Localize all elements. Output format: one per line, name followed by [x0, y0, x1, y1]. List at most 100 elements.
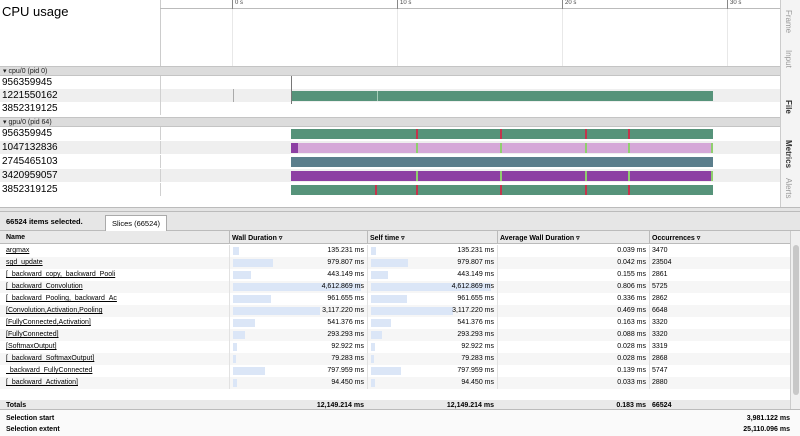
gpu-track-row[interactable]: 956359945	[0, 127, 780, 140]
timeline-view[interactable]: CPU usage 0 s 10 s 20 s 30 s ▾ cpu/0 (pi…	[0, 0, 780, 207]
track-divider	[160, 169, 161, 182]
track-label: 3420959057	[2, 170, 58, 181]
table-row[interactable]: [Convolution,Activation,Pooling 3,117.220…	[0, 305, 790, 317]
gpu-slice-bar[interactable]	[291, 171, 713, 181]
scrollbar-thumb[interactable]	[793, 245, 799, 395]
column-header-wall-duration[interactable]: Wall Duration ▿	[232, 234, 282, 242]
row-occurrences: 2861	[652, 271, 668, 278]
analysis-panel: 66524 items selected. Slices (66524) Nam…	[0, 212, 800, 436]
column-divider	[497, 365, 498, 377]
row-name-link[interactable]: [_backward_Convolution	[6, 281, 226, 293]
row-self-time: 961.655 ms	[457, 295, 494, 302]
table-row[interactable]: [_backward_SoftmaxOutput] 79.283 ms 79.283…	[0, 353, 790, 365]
table-scrollbar[interactable]	[790, 231, 800, 409]
row-occurrences: 6648	[652, 307, 668, 314]
cpu-group-header[interactable]: ▾ cpu/0 (pid 0)	[0, 66, 780, 76]
row-name-link[interactable]: [_backward_SoftmaxOutput]	[6, 353, 226, 365]
row-occurrences: 3470	[652, 247, 668, 254]
ruler-tick	[727, 0, 728, 9]
cpu-slice-bar[interactable]	[291, 91, 713, 101]
gpu-slice-bar[interactable]	[291, 157, 713, 167]
column-divider	[367, 269, 368, 281]
row-name-link[interactable]: [_backward_Activation]	[6, 377, 226, 389]
column-divider	[497, 377, 498, 389]
table-row[interactable]: [FullyConnected,Activation] 541.376 ms 541…	[0, 317, 790, 329]
cpu-track-row[interactable]: 1221550162	[0, 89, 780, 102]
table-row[interactable]: sgd_update 979.807 ms 979.807 ms 0.042 ms 23…	[0, 257, 790, 269]
column-divider	[497, 269, 498, 281]
row-name-link[interactable]: [FullyConnected,Activation]	[6, 317, 226, 329]
row-occurrences: 3320	[652, 331, 668, 338]
tab-input[interactable]: Input	[784, 50, 793, 68]
table-row[interactable]: [_backward_Pooling,_backward_Ac 961.655 m…	[0, 293, 790, 305]
sort-arrow-icon: ▿	[696, 235, 701, 242]
ruler-row: CPU usage 0 s 10 s 20 s 30 s	[0, 0, 780, 66]
track-label: 2745465103	[2, 156, 58, 167]
column-header-self-time[interactable]: Self time ▿	[370, 234, 405, 242]
table-row[interactable]: [_backward_Convolution 4,612.869 ms 4,612.…	[0, 281, 790, 293]
ruler-tick-label: 0 s	[235, 0, 244, 6]
table-row[interactable]: [_backward_Activation] 94.450 ms 94.450 ms…	[0, 377, 790, 389]
row-self-time: 135.231 ms	[457, 247, 494, 254]
gpu-slice-bar[interactable]	[291, 143, 713, 153]
column-divider	[229, 377, 230, 389]
gpu-slice-bar[interactable]	[291, 129, 713, 139]
gpu-track-row[interactable]: 3420959057	[0, 169, 780, 182]
row-occurrences: 5747	[652, 367, 668, 374]
row-name-link[interactable]: [SoftmaxOutput]	[6, 341, 226, 353]
gpu-slice-bar[interactable]	[291, 185, 713, 195]
row-wall-duration: 4,612.869 ms	[321, 283, 364, 290]
time-ruler[interactable]	[160, 8, 780, 9]
gpu-track-row[interactable]: 2745465103	[0, 155, 780, 168]
selection-start-marker[interactable]	[291, 76, 292, 104]
slice-mark	[628, 171, 630, 181]
row-name-link[interactable]: _backward_FullyConnected	[6, 365, 226, 377]
cpu-track-row[interactable]: 3852319125	[0, 102, 780, 115]
tab-file[interactable]: File	[784, 100, 793, 114]
column-header-name[interactable]: Name	[6, 234, 25, 241]
selection-extent-label: Selection extent	[6, 426, 60, 433]
row-wall-duration: 979.807 ms	[327, 259, 364, 266]
gpu-track-row[interactable]: 3852319125	[0, 183, 780, 196]
column-divider	[229, 281, 230, 293]
track-divider	[160, 127, 161, 140]
column-divider	[229, 269, 230, 281]
table-row[interactable]: [FullyConnected] 293.293 ms 293.293 ms 0.08…	[0, 329, 790, 341]
row-wall-duration: 797.959 ms	[327, 367, 364, 374]
row-occurrences: 5725	[652, 283, 668, 290]
column-divider	[229, 293, 230, 305]
slice-mark	[377, 91, 378, 101]
slice-mark	[585, 143, 587, 153]
table-row[interactable]: [SoftmaxOutput] 92.922 ms 92.922 ms 0.028 m…	[0, 341, 790, 353]
cpu-track-row[interactable]: 956359945	[0, 76, 780, 89]
row-name-link[interactable]: [FullyConnected]	[6, 329, 226, 341]
column-divider	[497, 293, 498, 305]
column-divider	[367, 245, 368, 257]
tab-metrics[interactable]: Metrics	[784, 140, 793, 168]
row-wall-duration: 94.450 ms	[331, 379, 364, 386]
tab-alerts[interactable]: Alerts	[784, 178, 793, 198]
row-name-link[interactable]: [Convolution,Activation,Pooling	[6, 305, 226, 317]
row-name-link[interactable]: [_backward_Pooling,_backward_Ac	[6, 293, 226, 305]
column-divider	[649, 293, 650, 305]
gpu-slice-bar[interactable]	[291, 143, 298, 153]
tab-slices[interactable]: Slices (66524)	[105, 215, 167, 231]
table-row[interactable]: _backward_FullyConnected 797.959 ms 797.95…	[0, 365, 790, 377]
column-header-avg-wall-duration[interactable]: Average Wall Duration ▿	[500, 234, 580, 242]
gpu-group-header[interactable]: ▾ gpu/0 (pid 64)	[0, 117, 780, 127]
row-name-link[interactable]: argmax	[6, 245, 226, 257]
row-name-link[interactable]: [_backward_copy,_backward_Pooli	[6, 269, 226, 281]
row-name-link[interactable]: sgd_update	[6, 257, 226, 269]
gpu-track-row[interactable]: 1047132836	[0, 141, 780, 154]
ruler-tick-label: 20 s	[565, 0, 577, 6]
table-row[interactable]: [_backward_copy,_backward_Pooli 443.149 m…	[0, 269, 790, 281]
row-self-time: 4,612.869 ms	[451, 283, 494, 290]
column-divider	[649, 231, 650, 244]
selection-extent-value: 25,110.096 ms	[743, 426, 790, 433]
tab-frame[interactable]: Frame	[784, 10, 793, 33]
side-tab-strip: Frame Input File Metrics Alerts	[780, 0, 800, 207]
column-divider	[367, 317, 368, 329]
table-row[interactable]: argmax 135.231 ms 135.231 ms 0.039 ms 3470	[0, 245, 790, 257]
column-divider	[649, 317, 650, 329]
column-header-occurrences[interactable]: Occurrences ▿	[652, 234, 700, 242]
